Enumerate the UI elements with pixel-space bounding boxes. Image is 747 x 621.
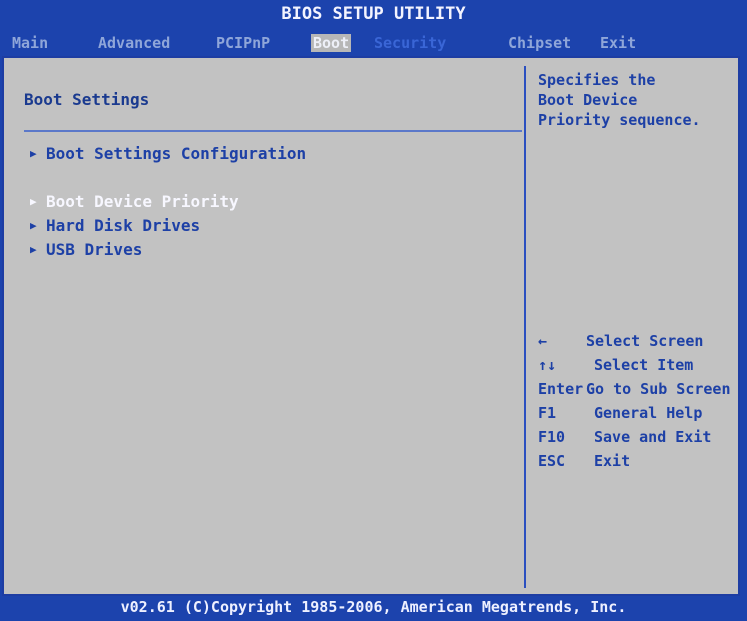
submenu-arrow-icon: ▶ xyxy=(30,195,37,208)
menu-entry-boot-device-priority[interactable]: ▶ Boot Device Priority xyxy=(30,192,239,211)
menu-entry-usb-drives[interactable]: ▶ USB Drives xyxy=(30,240,142,259)
submenu-arrow-icon: ▶ xyxy=(30,243,37,256)
key-row-enter: Enter Go to Sub Screen xyxy=(538,380,743,404)
menu-entry-hard-disk-drives[interactable]: ▶ Hard Disk Drives xyxy=(30,216,200,235)
key-row-esc: ESC Exit xyxy=(538,452,743,476)
key-desc: Select Screen xyxy=(586,332,704,350)
help-pane: Specifies the Boot Device Priority seque… xyxy=(538,64,738,584)
key-label: F1 xyxy=(538,404,557,422)
menu-entry-label: Boot Settings Configuration xyxy=(46,144,307,163)
submenu-arrow-icon: ▶ xyxy=(30,219,37,232)
key-label: ESC xyxy=(538,452,566,470)
bios-title: BIOS SETUP UTILITY xyxy=(281,4,466,24)
key-desc: Select Item xyxy=(594,356,694,374)
key-desc: Go to Sub Screen xyxy=(586,380,731,398)
bios-screen: BIOS SETUP UTILITY Main Advanced PCIPnP … xyxy=(0,0,747,621)
menu-tab-exit[interactable]: Exit xyxy=(600,34,636,52)
menu-tab-advanced[interactable]: Advanced xyxy=(98,34,170,52)
section-title: Boot Settings xyxy=(24,90,150,109)
copyright-footer: v02.61 (C)Copyright 1985-2006, American … xyxy=(120,598,627,616)
key-row-select-screen: ← Select Screen xyxy=(538,332,743,356)
menu-tab-boot[interactable]: Boot xyxy=(311,34,352,52)
menu-tab-chipset[interactable]: Chipset xyxy=(508,34,571,52)
key-desc: General Help xyxy=(594,404,703,422)
help-line: Specifies the xyxy=(538,71,656,89)
submenu-arrow-icon: ▶ xyxy=(30,147,37,160)
menu-entry-label: USB Drives xyxy=(46,240,143,259)
menu-tab-pcipnp[interactable]: PCIPnP xyxy=(216,34,270,52)
help-text: Specifies the Boot Device Priority seque… xyxy=(538,70,738,130)
help-line: Priority sequence. xyxy=(538,111,701,129)
key-label: Enter xyxy=(538,380,584,398)
key-label: F10 xyxy=(538,428,566,446)
pane-divider xyxy=(524,66,526,588)
menu-tab-main[interactable]: Main xyxy=(12,34,48,52)
key-desc: Exit xyxy=(594,452,631,470)
help-line: Boot Device xyxy=(538,91,638,109)
arrow-up-down-icon: ↑↓ xyxy=(538,356,557,374)
key-row-f1: F1 General Help xyxy=(538,404,743,428)
settings-pane: Boot Settings ▶ Boot Settings Configurati… xyxy=(10,64,522,592)
menu-tab-security[interactable]: Security xyxy=(374,34,446,52)
key-row-f10: F10 Save and Exit xyxy=(538,428,743,452)
key-legend: ← Select Screen ↑↓ Select Item Enter Go … xyxy=(538,332,743,476)
menu-entry-label: Hard Disk Drives xyxy=(46,216,201,235)
key-row-select-item: ↑↓ Select Item xyxy=(538,356,743,380)
top-menu-bar: Main Advanced PCIPnP Boot Security Chips… xyxy=(0,28,747,54)
key-desc: Save and Exit xyxy=(594,428,712,446)
menu-entry-boot-settings-configuration[interactable]: ▶ Boot Settings Configuration xyxy=(30,144,306,163)
arrow-left-icon: ← xyxy=(538,332,548,350)
menu-entry-label: Boot Device Priority xyxy=(46,192,239,211)
section-divider xyxy=(24,130,522,132)
